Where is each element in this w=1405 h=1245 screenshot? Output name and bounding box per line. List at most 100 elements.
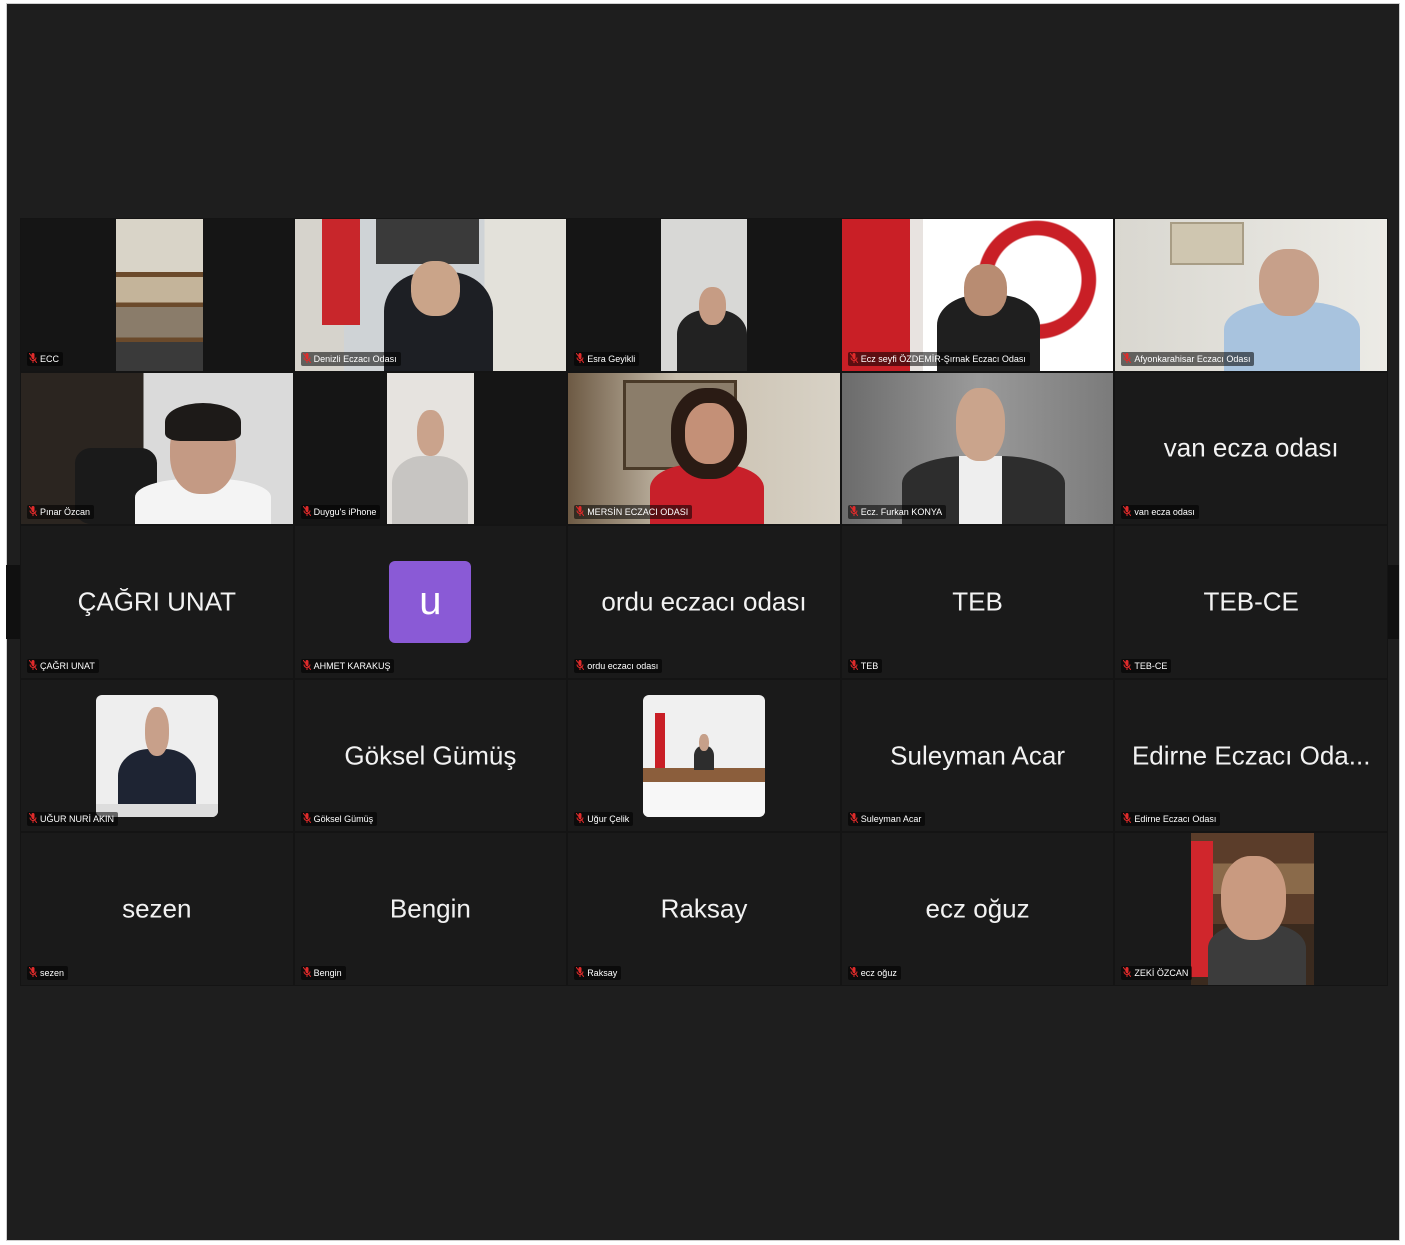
participant-tile[interactable]: ecz oğuz ecz oğuz — [840, 832, 1115, 986]
muted-mic-icon — [576, 506, 585, 518]
participant-video-thumbnail — [95, 694, 218, 817]
participant-name-label: Raksay — [574, 966, 622, 980]
participant-name-text: sezen — [40, 968, 65, 978]
participant-name-label: MERSİN ECZACI ODASI — [574, 505, 693, 520]
participant-name-label: TEB-CE — [1121, 658, 1172, 673]
participant-tile[interactable]: Edirne Eczacı Oda... Edirne Eczacı Odası — [1114, 678, 1388, 833]
participant-name-label: Esra Geyikli — [574, 351, 640, 366]
muted-mic-icon — [302, 506, 311, 518]
participant-name-label: TEB — [847, 658, 883, 673]
participant-name-text: Edirne Eczacı Odası — [1134, 814, 1217, 825]
participant-tile[interactable]: ÇAĞRI UNAT ÇAĞRI UNAT — [20, 525, 294, 679]
participant-name-label: Ecz seyfi ÖZDEMİR-Şırnak Eczacı Odası — [847, 351, 1030, 366]
participant-display-name: Bengin — [389, 893, 471, 924]
muted-mic-icon — [29, 813, 37, 825]
participant-display-name: ecz oğuz — [925, 893, 1030, 924]
participant-name-text: van ecza odası — [1134, 507, 1195, 518]
participant-tile[interactable]: UĞUR NURİ AKIN — [20, 678, 294, 833]
participant-display-name: Raksay — [660, 893, 748, 924]
muted-mic-icon — [29, 967, 37, 979]
muted-mic-icon — [29, 659, 37, 672]
participant-tile[interactable]: Bengin Bengin — [293, 832, 568, 986]
participant-name-label: Edirne Eczacı Odası — [1121, 812, 1221, 827]
participant-name-text: Raksay — [587, 968, 618, 978]
participant-tile[interactable]: Göksel Gümüş Göksel Gümüş — [293, 678, 568, 833]
muted-mic-icon — [576, 659, 585, 672]
participant-name-label: van ecza odası — [1121, 505, 1199, 520]
participant-name-label: Göksel Gümüş — [300, 812, 378, 827]
participant-tile[interactable]: sezen sezen — [20, 832, 294, 986]
muted-mic-icon — [1123, 967, 1132, 979]
participant-tile[interactable]: Ecz. Furkan KONYA — [840, 371, 1115, 526]
muted-mic-icon — [576, 813, 585, 825]
participant-display-name: TEB-CE — [1203, 586, 1299, 617]
muted-mic-icon — [1123, 813, 1132, 825]
participant-video — [841, 372, 1114, 525]
participant-video — [1115, 833, 1387, 985]
participant-display-name: Edirne Eczacı Oda... — [1131, 740, 1371, 771]
participant-tile[interactable]: MERSİN ECZACI ODASI — [567, 371, 841, 526]
participant-name-text: Ecz. Furkan KONYA — [860, 507, 943, 518]
participant-name-text: UĞUR NURİ AKIN — [40, 814, 115, 825]
participant-video — [21, 372, 293, 525]
participant-name-label: Suleyman Acar — [847, 812, 926, 827]
participant-name-text: ÇAĞRI UNAT — [40, 660, 95, 671]
participant-tile[interactable]: Afyonkarahisar Eczacı Odası — [1114, 218, 1388, 372]
participant-name-text: AHMET KARAKUŞ — [313, 660, 391, 671]
participant-name-text: Göksel Gümüş — [313, 814, 374, 825]
participant-video-thumbnail — [642, 694, 765, 817]
muted-mic-icon — [1123, 506, 1132, 518]
participant-display-name: ÇAĞRI UNAT — [77, 586, 236, 617]
participant-tile[interactable]: Duygu's iPhone — [293, 371, 568, 526]
participant-tile[interactable]: u AHMET KARAKUŞ — [293, 525, 568, 679]
muted-mic-icon — [576, 352, 585, 365]
participant-tile[interactable]: ECC — [20, 218, 294, 372]
participant-tile[interactable]: Pınar Özcan — [20, 371, 294, 526]
participant-name-text: Uğur Çelik — [587, 814, 630, 825]
participant-name-label: AHMET KARAKUŞ — [300, 658, 395, 673]
participant-name-text: MERSİN ECZACI ODASI — [587, 507, 689, 518]
muted-mic-icon — [849, 352, 858, 365]
participant-name-text: ZEKİ ÖZCAN — [1134, 968, 1189, 978]
participant-tile[interactable]: TEB TEB — [840, 525, 1115, 679]
participant-tile[interactable]: TEB-CE TEB-CE — [1114, 525, 1388, 679]
participant-tile[interactable]: Raksay Raksay — [567, 832, 841, 986]
participant-name-label: Bengin — [300, 966, 346, 980]
participant-name-text: Ecz seyfi ÖZDEMİR-Şırnak Eczacı Odası — [860, 353, 1026, 364]
participant-tile[interactable]: Uğur Çelik — [567, 678, 841, 833]
participant-name-label: UĞUR NURİ AKIN — [27, 812, 119, 827]
participant-name-label: Denizli Eczacı Odası — [300, 351, 401, 366]
participant-tile[interactable]: Ecz seyfi ÖZDEMİR-Şırnak Eczacı Odası — [840, 218, 1115, 372]
muted-mic-icon — [849, 813, 858, 825]
muted-mic-icon — [1123, 352, 1132, 365]
participant-name-text: Suleyman Acar — [860, 814, 922, 825]
participant-name-label: ÇAĞRI UNAT — [27, 658, 99, 673]
participant-tile[interactable]: ordu eczacı odası ordu eczacı odası — [567, 525, 841, 679]
participant-name-label: Duygu's iPhone — [300, 505, 381, 520]
participant-tile[interactable]: ZEKİ ÖZCAN — [1114, 832, 1388, 986]
participant-name-label: ordu eczacı odası — [574, 658, 663, 673]
participant-video — [294, 219, 567, 371]
participant-display-name: Göksel Gümüş — [344, 740, 517, 771]
participant-tile[interactable]: Esra Geyikli — [567, 218, 841, 372]
muted-mic-icon — [302, 967, 311, 979]
muted-mic-icon — [29, 506, 37, 518]
muted-mic-icon — [302, 813, 311, 825]
muted-mic-icon — [302, 659, 311, 672]
participant-name-text: TEB — [860, 660, 879, 671]
participant-video — [1115, 219, 1387, 371]
participant-name-text: Esra Geyikli — [587, 353, 636, 364]
muted-mic-icon — [576, 967, 585, 979]
participant-tile[interactable]: Denizli Eczacı Odası — [293, 218, 568, 372]
participant-name-text: Duygu's iPhone — [313, 507, 377, 518]
participant-tile[interactable]: van ecza odası van ecza odası — [1114, 371, 1388, 526]
participant-name-text: ecz oğuz — [860, 968, 897, 978]
participant-video — [568, 372, 840, 525]
participant-video — [841, 219, 1114, 371]
participant-name-label: Pınar Özcan — [27, 505, 95, 520]
participant-name-text: Pınar Özcan — [40, 507, 91, 518]
participant-name-text: ordu eczacı odası — [587, 660, 659, 671]
participant-tile[interactable]: Suleyman Acar Suleyman Acar — [840, 678, 1115, 833]
participant-name-text: Afyonkarahisar Eczacı Odası — [1134, 353, 1251, 364]
participant-name-label: ecz oğuz — [847, 966, 901, 980]
